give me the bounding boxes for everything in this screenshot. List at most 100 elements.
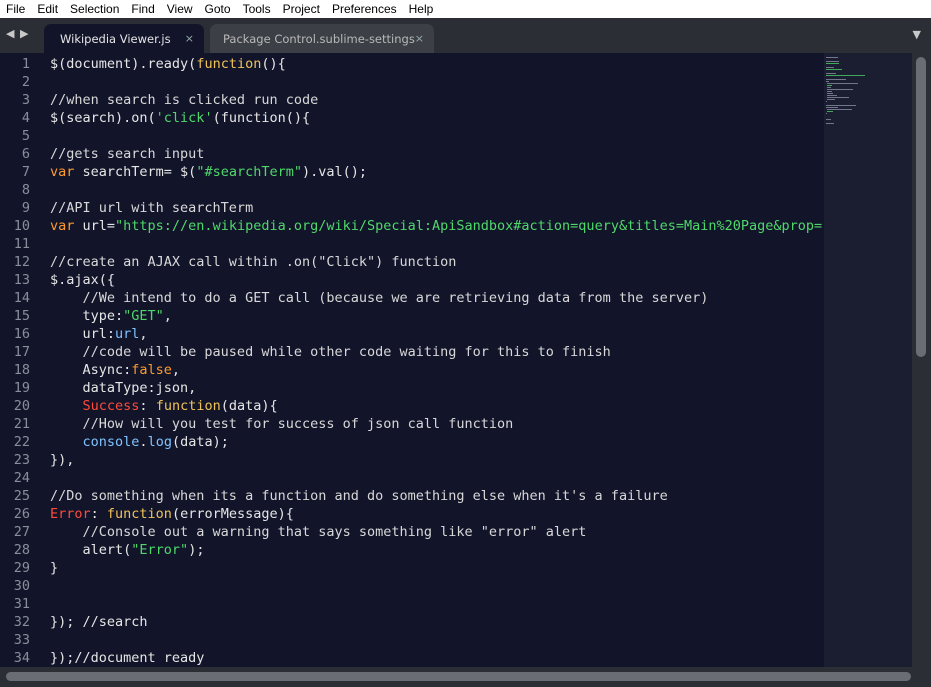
minimap-line — [827, 99, 835, 100]
code-token: (function(){ — [212, 110, 311, 126]
code-line[interactable]: } — [50, 559, 58, 577]
code-line[interactable]: dataType:json, — [50, 379, 197, 397]
line-number: 19 — [13, 380, 30, 396]
line-number: 18 — [13, 362, 30, 378]
code-token: $(search).on( — [50, 110, 156, 126]
code-token: url: — [50, 326, 116, 342]
code-line[interactable]: //Do something when its a function and d… — [50, 487, 668, 505]
code-line[interactable]: });//document ready — [50, 649, 204, 667]
menu-file[interactable]: File — [0, 0, 31, 18]
minimap-line — [827, 91, 833, 92]
code-line[interactable]: //code will be paused while other code w… — [50, 343, 611, 361]
code-token: "#searchTerm" — [196, 164, 302, 180]
tab-nav-right-icon[interactable]: ▶ — [20, 27, 28, 40]
tab-nav-left-icon[interactable]: ◀ — [6, 27, 14, 40]
minimap-line — [827, 89, 854, 90]
code-line[interactable]: $(search).on('click'(function(){ — [50, 109, 310, 127]
code-token: function — [106, 506, 172, 522]
code-token: $(document).ready( — [50, 56, 197, 72]
menu-preferences[interactable]: Preferences — [326, 0, 403, 18]
tab-package-control-settings[interactable]: Package Control.sublime-settings × — [210, 24, 434, 53]
code-token: . — [139, 434, 148, 450]
code-token: dataType:json, — [50, 380, 197, 396]
code-token: type: — [50, 308, 124, 324]
line-number: 12 — [13, 254, 30, 270]
code-token: 'click' — [155, 110, 213, 126]
code-token: function — [155, 398, 221, 414]
code-line[interactable]: url:url, — [50, 325, 148, 343]
code-line[interactable]: $(document).ready(function(){ — [50, 55, 286, 73]
minimap-line — [826, 69, 842, 70]
code-line[interactable]: }), — [50, 451, 74, 469]
code-line[interactable]: //gets search input — [50, 145, 204, 163]
minimap[interactable] — [824, 53, 912, 667]
code-line[interactable]: var url="https://en.wikipedia.org/wiki/S… — [50, 217, 825, 235]
line-number: 16 — [13, 326, 30, 342]
menu-tools[interactable]: Tools — [237, 0, 277, 18]
vertical-scrollbar-thumb[interactable] — [916, 57, 926, 357]
code-token: var — [50, 218, 75, 234]
minimap-line — [827, 87, 831, 88]
menu-selection[interactable]: Selection — [64, 0, 125, 18]
minimap-line — [826, 105, 857, 106]
line-number: 20 — [13, 398, 30, 414]
tab-wikipedia-viewer[interactable]: Wikipedia Viewer.js × — [44, 24, 204, 53]
code-line[interactable]: type:"GET", — [50, 307, 172, 325]
code-token: searchTerm= $( — [74, 164, 197, 180]
minimap-line — [826, 57, 838, 58]
code-line[interactable]: Async:false, — [50, 361, 181, 379]
minimap-line — [826, 119, 831, 120]
code-token: , — [171, 362, 181, 378]
line-number: 29 — [13, 560, 30, 576]
code-line[interactable]: //Console out a warning that says someth… — [50, 523, 587, 541]
code-token: //Console out a warning that says someth… — [50, 524, 587, 540]
code-area[interactable]: $(document).ready(function(){//when sear… — [50, 53, 825, 667]
line-number: 24 — [13, 470, 30, 486]
menu-help[interactable]: Help — [403, 0, 440, 18]
menu-view[interactable]: View — [161, 0, 199, 18]
code-line[interactable]: alert("Error"); — [50, 541, 205, 559]
code-token: "Error" — [131, 542, 189, 558]
line-number: 34 — [13, 650, 30, 666]
minimap-line — [827, 85, 832, 86]
code-line[interactable]: console.log(data); — [50, 433, 229, 451]
code-token: console — [82, 434, 140, 450]
code-token: (){ — [261, 56, 286, 72]
code-token: //create an AJAX call within .on("Click"… — [50, 254, 457, 270]
menu-edit[interactable]: Edit — [31, 0, 64, 18]
code-line[interactable]: //create an AJAX call within .on("Click"… — [50, 253, 456, 271]
close-tab-icon[interactable]: × — [415, 32, 424, 45]
code-line[interactable]: Success: function(data){ — [50, 397, 278, 415]
code-line[interactable]: //when search is clicked run code — [50, 91, 318, 109]
line-number: 8 — [21, 182, 30, 198]
minimap-line — [827, 83, 859, 84]
code-token: //when search is clicked run code — [50, 92, 319, 108]
code-token: (data); — [171, 434, 229, 450]
code-token: function — [196, 56, 262, 72]
code-line[interactable]: //How will you test for success of json … — [50, 415, 514, 433]
line-number: 17 — [13, 344, 30, 360]
code-line[interactable]: }); //search — [50, 613, 148, 631]
tab-label: Wikipedia Viewer.js — [60, 31, 171, 46]
tab-overflow-dropdown-icon[interactable]: ▼ — [913, 28, 921, 41]
horizontal-scrollbar-thumb[interactable] — [6, 672, 911, 681]
vertical-scrollbar[interactable] — [912, 53, 931, 667]
line-number: 4 — [21, 110, 30, 126]
code-line[interactable]: $.ajax({ — [50, 271, 115, 289]
code-line[interactable]: Error: function(errorMessage){ — [50, 505, 294, 523]
minimap-line — [826, 75, 865, 76]
code-token: }); //search — [50, 614, 148, 630]
code-line[interactable]: //API url with searchTerm — [50, 199, 253, 217]
menu-project[interactable]: Project — [277, 0, 326, 18]
code-token: log — [147, 434, 172, 450]
line-number: 14 — [13, 290, 30, 306]
horizontal-scrollbar[interactable] — [0, 667, 931, 687]
code-editor[interactable]: 1 2 3 4 5 6 7 8 9 10 11 12 13 14 15 16 17 18 19 20 21 22 23 24 2… — [0, 53, 912, 667]
close-tab-icon[interactable]: × — [185, 32, 194, 45]
code-token: }), — [50, 452, 75, 468]
code-line[interactable]: //We intend to do a GET call (because we… — [50, 289, 709, 307]
code-token: "https://en.wikipedia.org/wiki/Special:A… — [115, 218, 825, 234]
code-line[interactable]: var searchTerm= $("#searchTerm").val(); — [50, 163, 367, 181]
menu-find[interactable]: Find — [125, 0, 160, 18]
menu-goto[interactable]: Goto — [199, 0, 237, 18]
